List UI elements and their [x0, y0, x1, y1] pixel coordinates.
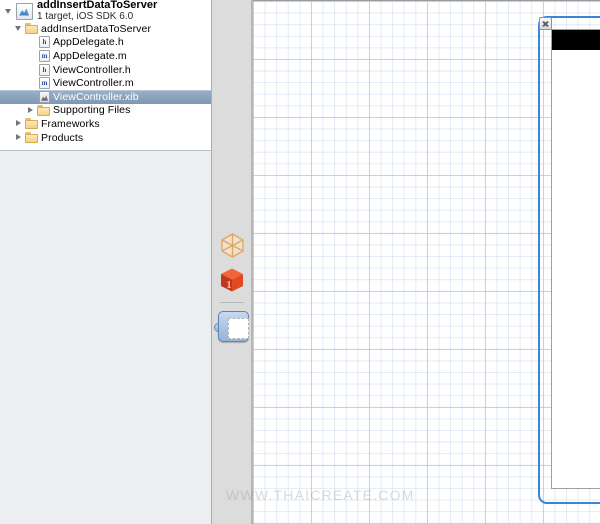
view-chip-inner	[228, 318, 249, 339]
interface-builder-dock[interactable]: 1	[212, 0, 252, 524]
chevron-right-icon[interactable]	[26, 105, 37, 116]
tree-row-products[interactable]: Products	[0, 131, 211, 145]
tree-row-appdelegate-m[interactable]: m AppDelegate.m	[0, 49, 211, 63]
xcode-interface-builder-window: addInsertDataToServer 1 target, iOS SDK …	[0, 0, 600, 524]
view-chip-box	[218, 311, 249, 342]
chevron-down-icon[interactable]	[4, 6, 15, 17]
folder-icon	[25, 118, 38, 130]
tree-row-viewcontroller-xib[interactable]: x ViewController.xib	[0, 89, 211, 104]
implementation-file-icon: m	[39, 77, 50, 90]
tree-row-label: ViewController.m	[53, 77, 134, 90]
selection-frame[interactable]	[538, 16, 600, 504]
tree-row-label: ViewController.xib	[53, 90, 139, 103]
folder-icon	[25, 23, 38, 35]
tree-row-label: Supporting Files	[53, 104, 131, 117]
wireframe-cube-icon	[219, 232, 246, 259]
tree-row-supporting-files[interactable]: Supporting Files	[0, 104, 211, 118]
project-subtitle: 1 target, iOS SDK 6.0	[37, 11, 134, 22]
dock-item-placeholders[interactable]	[212, 226, 252, 264]
xcode-project-icon	[16, 2, 33, 20]
dock-item-file-owner[interactable]: 1	[212, 261, 252, 299]
tree-row-label: AppDelegate.m	[53, 49, 127, 62]
interface-builder-canvas[interactable]	[253, 0, 600, 524]
implementation-file-icon: m	[39, 49, 50, 62]
chevron-down-icon[interactable]	[14, 23, 25, 34]
solid-cube-icon: 1	[219, 267, 245, 293]
tree-row-label: Frameworks	[41, 117, 100, 130]
tree-row-frameworks[interactable]: Frameworks	[0, 117, 211, 131]
svg-text:1: 1	[226, 279, 232, 291]
interface-builder-file-icon: x	[39, 90, 50, 103]
tree-row-label: addInsertDataToServer	[41, 22, 152, 35]
project-navigator-tree[interactable]: addInsertDataToServer 1 target, iOS SDK …	[0, 0, 211, 150]
project-root-text: addInsertDataToServer 1 target, iOS SDK …	[37, 0, 157, 22]
tree-row-group-app[interactable]: addInsertDataToServer	[0, 22, 211, 36]
dock-separator	[220, 302, 244, 303]
tree-row-viewcontroller-m[interactable]: m ViewController.m	[0, 76, 211, 90]
project-navigator: addInsertDataToServer 1 target, iOS SDK …	[0, 0, 211, 524]
dock-item-view[interactable]	[212, 306, 252, 348]
tree-row-label: ViewController.h	[53, 63, 131, 76]
project-navigator-empty-area[interactable]	[0, 150, 211, 524]
close-x-icon[interactable]	[539, 17, 552, 30]
header-file-icon: h	[39, 63, 50, 76]
tree-row-label: Products	[41, 131, 84, 144]
chevron-right-icon[interactable]	[14, 118, 25, 129]
header-file-icon: h	[39, 36, 50, 49]
project-root-row[interactable]: addInsertDataToServer 1 target, iOS SDK …	[0, 0, 211, 22]
tree-row-appdelegate-h[interactable]: h AppDelegate.h	[0, 36, 211, 50]
folder-icon	[25, 132, 38, 144]
chevron-right-icon[interactable]	[14, 132, 25, 143]
tree-row-label: AppDelegate.h	[53, 36, 124, 49]
view-placeholder-icon	[214, 310, 250, 344]
canvas-top-edge	[253, 0, 600, 1]
project-name: addInsertDataToServer	[37, 0, 158, 11]
tree-row-viewcontroller-h[interactable]: h ViewController.h	[0, 63, 211, 77]
folder-icon	[37, 104, 50, 116]
